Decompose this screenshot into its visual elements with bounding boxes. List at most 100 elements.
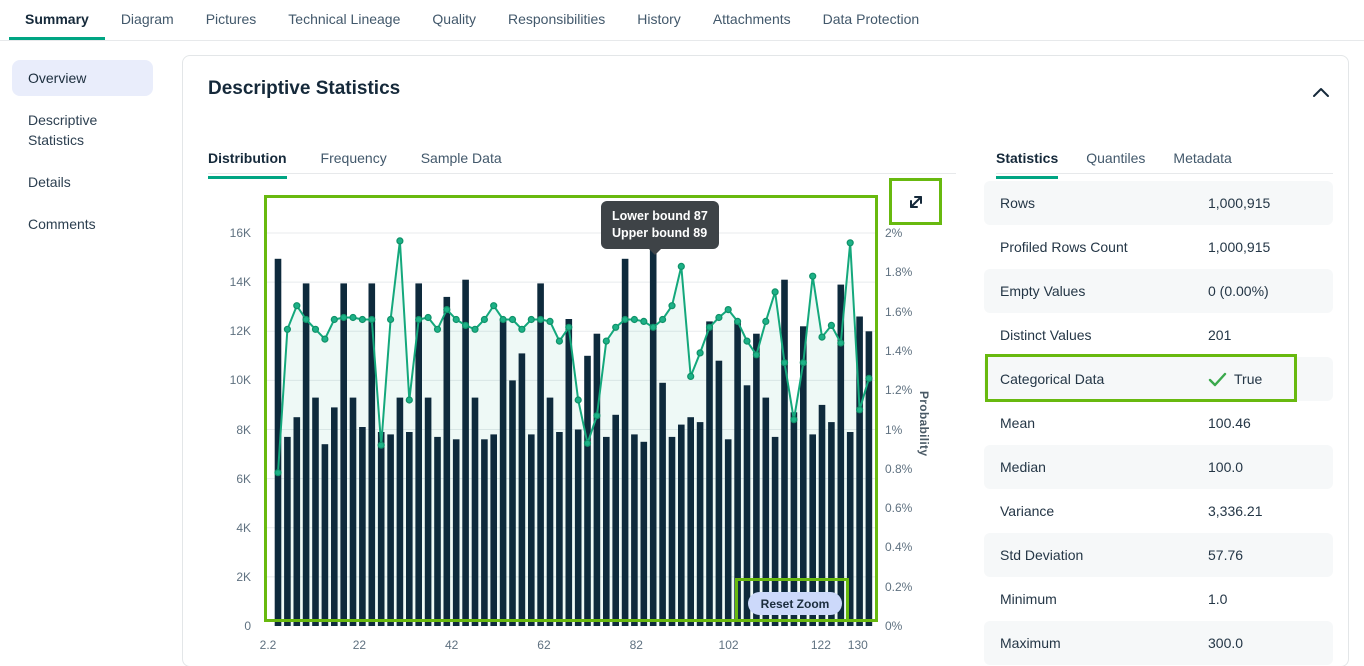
histogram-bar[interactable] (378, 432, 385, 626)
histogram-bar[interactable] (500, 319, 507, 626)
histogram-bar[interactable] (472, 398, 479, 626)
histogram-bar[interactable] (340, 283, 347, 626)
histogram-bar[interactable] (453, 439, 460, 626)
probability-point[interactable] (716, 315, 722, 321)
probability-point[interactable] (528, 317, 534, 323)
histogram-bar[interactable] (584, 356, 591, 626)
histogram-bar[interactable] (566, 319, 573, 626)
probability-point[interactable] (575, 397, 581, 403)
probability-point[interactable] (566, 324, 572, 330)
histogram-bar[interactable] (490, 434, 497, 626)
histogram-bar[interactable] (322, 444, 329, 626)
probability-point[interactable] (613, 324, 619, 330)
probability-point[interactable] (585, 440, 591, 446)
histogram-bar[interactable] (706, 321, 713, 626)
probability-point[interactable] (331, 317, 337, 323)
nav-tab-quality[interactable]: Quality (416, 0, 492, 40)
probability-point[interactable] (744, 338, 750, 344)
histogram-bar[interactable] (425, 398, 432, 626)
histogram-bar[interactable] (434, 437, 441, 626)
histogram-bar[interactable] (678, 425, 685, 626)
histogram-bar[interactable] (687, 417, 694, 626)
histogram-bar[interactable] (641, 442, 648, 626)
histogram-bar[interactable] (303, 283, 310, 626)
probability-point[interactable] (857, 407, 863, 413)
probability-point[interactable] (725, 307, 731, 313)
histogram-bar[interactable] (650, 245, 657, 626)
probability-point[interactable] (294, 303, 300, 309)
probability-point[interactable] (322, 336, 328, 342)
chart-tab-frequency[interactable]: Frequency (321, 146, 387, 179)
probability-point[interactable] (510, 317, 516, 323)
probability-point[interactable] (341, 315, 347, 321)
probability-point[interactable] (435, 326, 441, 332)
probability-point[interactable] (444, 307, 450, 313)
stats-tab-metadata[interactable]: Metadata (1173, 146, 1231, 179)
probability-point[interactable] (669, 303, 675, 309)
histogram-bar[interactable] (781, 280, 788, 626)
histogram-bar[interactable] (669, 437, 676, 626)
probability-point[interactable] (491, 303, 497, 309)
probability-point[interactable] (275, 470, 281, 476)
nav-tab-summary[interactable]: Summary (9, 0, 105, 40)
nav-tab-attachments[interactable]: Attachments (697, 0, 807, 40)
probability-point[interactable] (847, 240, 853, 246)
probability-point[interactable] (735, 318, 741, 324)
histogram-bar[interactable] (556, 432, 563, 626)
probability-point[interactable] (603, 338, 609, 344)
probability-point[interactable] (753, 352, 759, 358)
probability-point[interactable] (838, 340, 844, 346)
histogram-bar[interactable] (481, 439, 488, 626)
sidebar-item-descriptive-statistics[interactable]: Descriptive Statistics (12, 102, 153, 158)
histogram-bar[interactable] (528, 434, 535, 626)
probability-point[interactable] (313, 326, 319, 332)
probability-point[interactable] (641, 318, 647, 324)
histogram-bar[interactable] (369, 283, 376, 626)
histogram-bar[interactable] (575, 430, 582, 627)
histogram-bar[interactable] (406, 432, 413, 626)
histogram-bar[interactable] (350, 398, 357, 626)
probability-point[interactable] (369, 317, 375, 323)
histogram-bar[interactable] (603, 437, 610, 626)
probability-point[interactable] (463, 322, 469, 328)
probability-point[interactable] (594, 413, 600, 419)
probability-point[interactable] (810, 273, 816, 279)
histogram-bar[interactable] (509, 380, 516, 626)
probability-point[interactable] (388, 317, 394, 323)
histogram-bar[interactable] (359, 427, 366, 626)
histogram-bar[interactable] (284, 437, 291, 626)
collapse-panel-button[interactable] (1309, 80, 1333, 104)
probability-point[interactable] (707, 324, 713, 330)
probability-point[interactable] (819, 334, 825, 340)
nav-tab-history[interactable]: History (621, 0, 697, 40)
histogram-bar[interactable] (397, 398, 404, 626)
probability-point[interactable] (359, 317, 365, 323)
probability-point[interactable] (678, 263, 684, 269)
nav-tab-technical-lineage[interactable]: Technical Lineage (272, 0, 416, 40)
probability-point[interactable] (791, 417, 797, 423)
probability-point[interactable] (538, 317, 544, 323)
distribution-chart[interactable] (266, 197, 876, 626)
probability-point[interactable] (772, 289, 778, 295)
probability-point[interactable] (782, 360, 788, 366)
histogram-bar[interactable] (659, 383, 666, 626)
histogram-bar[interactable] (594, 334, 601, 626)
probability-point[interactable] (631, 317, 637, 323)
histogram-bar[interactable] (444, 297, 451, 626)
nav-tab-diagram[interactable]: Diagram (105, 0, 190, 40)
probability-point[interactable] (350, 315, 356, 321)
probability-point[interactable] (284, 326, 290, 332)
histogram-bar[interactable] (697, 422, 704, 626)
reset-zoom-button[interactable]: Reset Zoom (748, 592, 842, 615)
histogram-bar[interactable] (622, 259, 629, 626)
probability-point[interactable] (622, 317, 628, 323)
histogram-bar[interactable] (716, 361, 723, 626)
probability-point[interactable] (397, 238, 403, 244)
probability-point[interactable] (763, 318, 769, 324)
histogram-bar[interactable] (312, 398, 319, 626)
histogram-bar[interactable] (725, 439, 732, 626)
nav-tab-data-protection[interactable]: Data Protection (807, 0, 936, 40)
sidebar-item-comments[interactable]: Comments (12, 206, 153, 242)
histogram-bar[interactable] (537, 283, 544, 626)
probability-point[interactable] (453, 317, 459, 323)
